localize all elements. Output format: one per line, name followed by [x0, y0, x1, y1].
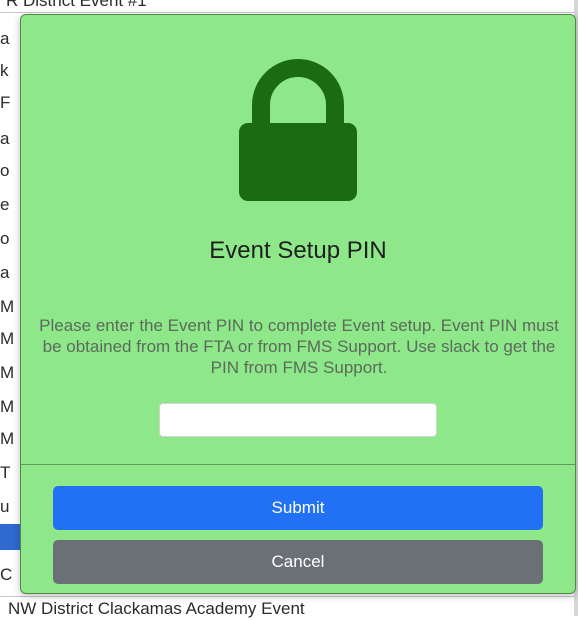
modal-title: Event Setup PIN	[209, 237, 387, 264]
event-list-item-fragment: C	[0, 565, 13, 584]
cancel-button[interactable]: Cancel	[53, 540, 543, 584]
row-divider	[0, 596, 578, 597]
event-list-item-fragment: o	[0, 161, 10, 180]
modal-body: Event Setup PIN Please enter the Event P…	[21, 15, 575, 465]
event-list-item[interactable]: R District Event #1	[6, 0, 147, 12]
event-list-item[interactable]: NW District Clackamas Academy Event	[8, 598, 305, 620]
event-list-item-fragment: M	[0, 329, 15, 348]
event-pin-modal: Event Setup PIN Please enter the Event P…	[20, 14, 576, 594]
event-list-item-fragment: T	[0, 463, 11, 482]
selected-row-highlight	[0, 524, 20, 550]
event-list-item-fragment: M	[0, 397, 15, 416]
row-divider	[0, 12, 578, 13]
modal-message: Please enter the Event PIN to complete E…	[39, 316, 559, 377]
event-list-item-fragment: a	[0, 29, 10, 48]
submit-button[interactable]: Submit	[53, 486, 543, 530]
event-list-item-fragment: a	[0, 129, 10, 148]
event-pin-input[interactable]	[159, 403, 437, 437]
event-list-item-fragment: a	[0, 263, 10, 282]
event-list-item-fragment: k	[0, 61, 9, 80]
modal-footer-divider	[21, 464, 575, 465]
event-list-item-fragment: u	[0, 497, 10, 516]
event-list-item-fragment: M	[0, 363, 15, 382]
event-list-item-fragment: F	[0, 93, 11, 112]
event-list-item-fragment: o	[0, 229, 10, 248]
event-list-item-fragment: M	[0, 429, 15, 448]
event-list-item-fragment: M	[0, 297, 15, 316]
lock-icon	[239, 59, 357, 201]
event-list-item-fragment: e	[0, 195, 10, 214]
